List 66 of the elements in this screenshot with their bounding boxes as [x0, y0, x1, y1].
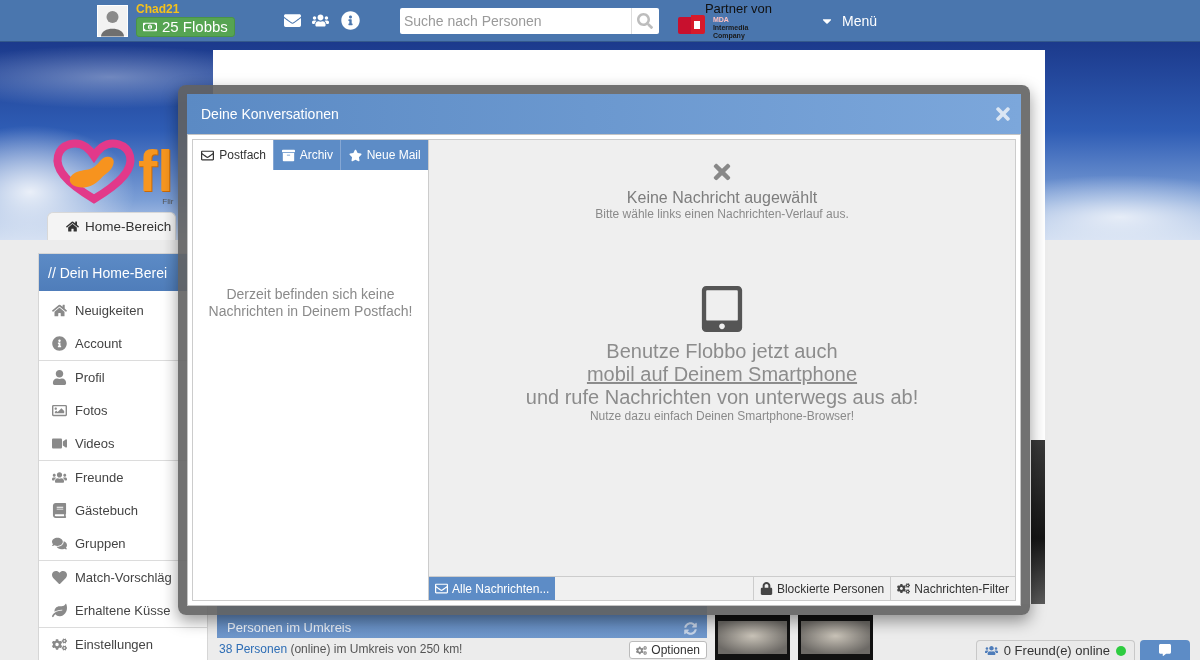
- promo-note: Nutze dazu einfach Deinen Smartphone-Browser!: [589, 409, 855, 423]
- sidebar-item[interactable]: Neuigkeiten: [39, 294, 144, 327]
- sidebar-item[interactable]: Einstellungen: [39, 628, 154, 660]
- book-icon: [51, 503, 67, 518]
- person-icon: [51, 370, 67, 385]
- leaf-icon: [51, 603, 67, 618]
- speech-bubble-icon: [1159, 644, 1171, 656]
- sidebar-item[interactable]: Profil: [39, 361, 105, 394]
- gears-icon: [51, 637, 67, 652]
- envelope-icon: [201, 148, 215, 162]
- heart-icon: [51, 570, 67, 585]
- users-icon[interactable]: [311, 12, 329, 29]
- envelope-icon: [435, 582, 448, 595]
- lock-icon: [759, 582, 773, 595]
- sidebar-item[interactable]: Gästebuch: [39, 494, 138, 527]
- sidebar-item[interactable]: Match-Vorschläg: [39, 561, 172, 594]
- home-tab[interactable]: Home-Bereich: [47, 212, 176, 240]
- empty-inbox-message: Derzeit befinden sich keine Nachrichten in Deinem Postfach!: [207, 286, 414, 321]
- sidebar-title: // Dein Home-Berei: [48, 264, 168, 281]
- close-icon: [993, 104, 1013, 124]
- sidebar-item[interactable]: Videos: [39, 427, 115, 460]
- star-icon: [348, 148, 362, 162]
- banknote-icon: [143, 20, 157, 34]
- search-icon: [637, 12, 654, 29]
- dialog-title: Deine Konversationen: [201, 106, 339, 122]
- users-icon: [984, 644, 998, 657]
- tablet-icon: [699, 286, 745, 332]
- gears-icon: [897, 582, 911, 595]
- sidebar-item[interactable]: Freunde: [39, 461, 124, 494]
- sidebar-item[interactable]: Fotos: [39, 394, 108, 427]
- video-camera-icon: [51, 436, 67, 451]
- house-icon: [66, 220, 79, 233]
- radius-summary: 38 Personen (online) im Umkreis von 250 km!: [219, 642, 463, 656]
- info-icon: [51, 336, 67, 351]
- options-button[interactable]: Optionen: [629, 641, 707, 659]
- logo-tagline: Flir: [162, 197, 174, 206]
- info-icon[interactable]: [340, 11, 360, 30]
- menu-button[interactable]: Menü: [820, 12, 878, 29]
- toolbar-button[interactable]: Nachrichten-Filter: [890, 577, 1015, 600]
- search-field[interactable]: Suche nach Personen: [399, 7, 631, 34]
- sidebar-item[interactable]: Gruppen: [39, 527, 126, 560]
- friends-online-button[interactable]: 0 Freund(e) online: [975, 640, 1135, 660]
- search-button[interactable]: [630, 7, 659, 34]
- avatar-icon[interactable]: [97, 4, 128, 37]
- envelope-icon[interactable]: [283, 12, 301, 29]
- gears-icon: [636, 644, 648, 656]
- house-icon: [51, 303, 67, 318]
- no-selection-hint: Bitte wähle links einen Nachrichten-Verlauf aus.: [595, 207, 849, 222]
- refresh-icon[interactable]: [684, 622, 697, 635]
- archive-box-icon: [281, 148, 295, 162]
- chat-button[interactable]: [1140, 640, 1190, 660]
- partner-logo-icon[interactable]: [677, 15, 705, 34]
- sidebar-item[interactable]: Erhaltene Küsse: [39, 594, 171, 627]
- sidebar-item[interactable]: Account: [39, 327, 122, 360]
- photo-placeholder[interactable]: [798, 615, 873, 660]
- no-selection-title: Keine Nachricht augewählt: [626, 188, 818, 207]
- panel-title: Personen im Umkreis: [227, 620, 352, 635]
- photo-placeholder[interactable]: [715, 615, 790, 660]
- image-icon: [51, 403, 67, 418]
- people-link[interactable]: 38 Personen: [219, 642, 288, 656]
- mobile-promo-text: Benutze Flobbo jetzt auch mobil auf Deinem Smartphone und rufe Nachrichten von unterwegs aus ab!: [525, 340, 919, 409]
- toolbar-button[interactable]: Blockierte Personen: [752, 577, 891, 600]
- partner-label: Partner von: [704, 2, 773, 16]
- status-dot-icon: [1116, 645, 1126, 656]
- speech-bubbles-icon: [51, 536, 67, 551]
- users-icon: [51, 470, 67, 485]
